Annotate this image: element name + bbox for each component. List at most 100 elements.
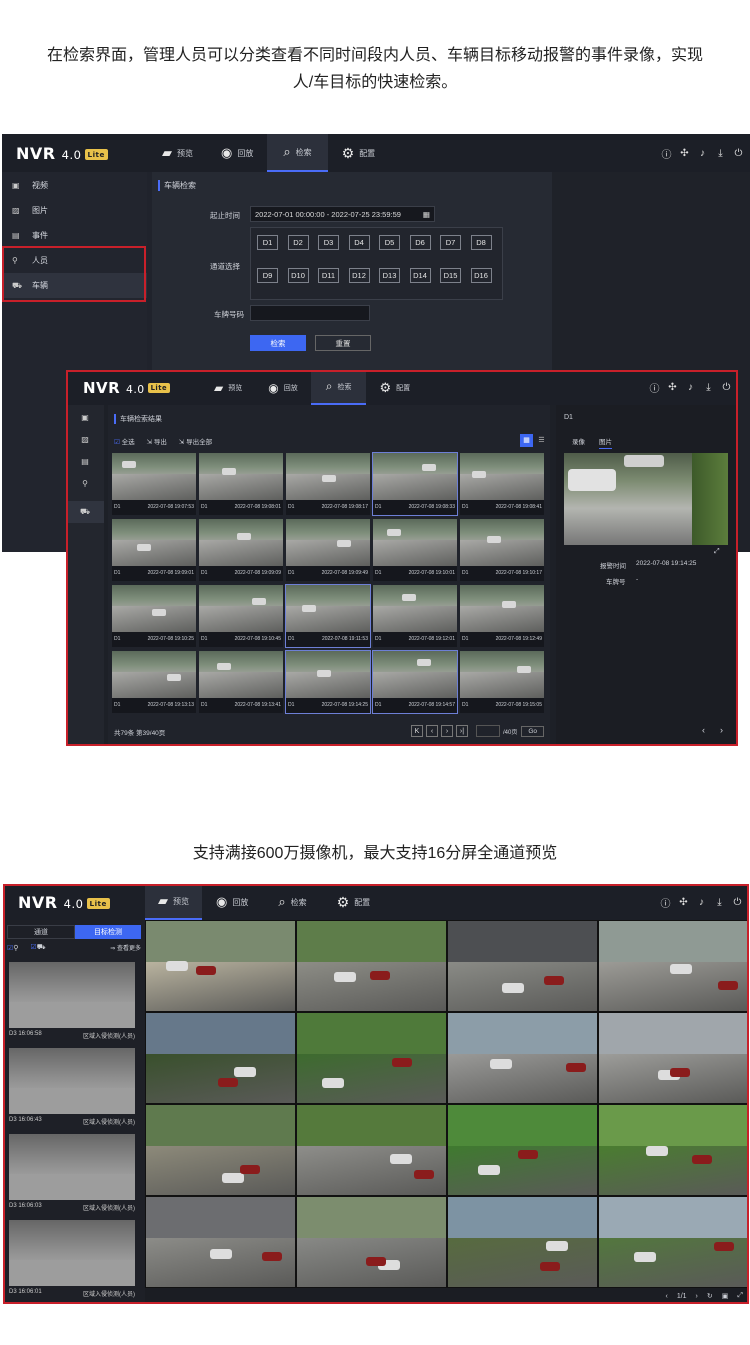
power-icon[interactable]: ⏻ — [721, 382, 732, 393]
download-icon[interactable]: ⤓ — [714, 897, 725, 908]
channel-button[interactable]: D12 — [348, 267, 370, 283]
download-icon[interactable]: ⤓ — [703, 382, 714, 393]
result-thumbnail[interactable]: D1 2022-07-08 19:10:01 — [373, 519, 457, 581]
last-page-button[interactable]: ›| — [456, 725, 468, 737]
event-item[interactable]: D3 16:06:03 区域入侵侦测(人员) — [9, 1134, 135, 1212]
tab-playback[interactable]: ◉ 回放 — [255, 370, 310, 405]
tab-search[interactable]: ⌕ 检索 — [262, 884, 322, 920]
result-thumbnail[interactable]: D1 2022-07-08 19:10:25 — [112, 585, 196, 647]
tab-preview[interactable]: ▰ 预览 — [148, 134, 207, 172]
channel-button[interactable]: D9 — [257, 267, 278, 283]
vehicle-filter-checkbox[interactable]: ☑⛟ — [30, 943, 45, 952]
result-thumbnail[interactable]: D1 2022-07-08 19:09:01 — [112, 519, 196, 581]
event-item[interactable]: D3 16:06:58 区域入侵侦测(人员) — [9, 962, 135, 1040]
result-thumbnail[interactable]: D1 2022-07-08 19:09:09 — [199, 519, 283, 581]
channel-button[interactable]: D15 — [440, 267, 461, 283]
result-thumbnail[interactable]: D1 2022-07-08 19:08:17 — [286, 453, 370, 515]
camera-tile[interactable] — [296, 1196, 447, 1288]
search-button[interactable]: 检索 — [250, 335, 306, 351]
image-icon[interactable]: ▨ — [66, 435, 104, 457]
first-page-button[interactable]: K — [411, 725, 423, 737]
grid-icon[interactable]: ✣ — [678, 897, 689, 908]
fullscreen-icon[interactable]: ⤢ — [714, 548, 720, 556]
view-more-link[interactable]: ⇒ 查看更多 — [110, 943, 141, 952]
sidebar-item-vehicle[interactable]: ⛟ 车辆 — [2, 273, 147, 298]
result-thumbnail[interactable]: D1 2022-07-08 19:13:41 — [199, 651, 283, 713]
camera-tile[interactable] — [296, 920, 447, 1012]
camera-tile[interactable] — [145, 920, 296, 1012]
channel-button[interactable]: D7 — [440, 235, 461, 250]
page-input[interactable] — [476, 725, 500, 737]
next-page-button[interactable]: › — [441, 725, 453, 737]
result-thumbnail[interactable]: D1 2022-07-08 19:14:25 — [285, 650, 371, 714]
sidebar-item-video[interactable]: ▣ 视频 — [2, 173, 147, 198]
grid-icon[interactable]: ✣ — [679, 148, 690, 159]
camera-tile[interactable] — [296, 1012, 447, 1104]
list-view-icon[interactable]: ☰ — [535, 434, 548, 447]
person-filter-checkbox[interactable]: ☑⚲ — [7, 944, 18, 952]
time-range-input[interactable]: 2022-07-01 00:00:00 - 2022-07-25 23:59:5… — [250, 206, 435, 222]
next-arrow-icon[interactable]: › — [720, 725, 723, 735]
info-icon[interactable]: ⓘ — [661, 146, 672, 161]
tab-config[interactable]: ⚙ 配置 — [328, 134, 390, 172]
channel-button[interactable]: D11 — [318, 267, 339, 283]
select-all-checkbox[interactable]: ☑ 全选 — [114, 436, 135, 446]
camera-tile[interactable] — [447, 1196, 598, 1288]
event-icon[interactable]: ▤ — [66, 457, 104, 479]
tab-preview[interactable]: ▰ 预览 — [201, 370, 255, 405]
bell-icon[interactable]: ♪ — [697, 148, 708, 159]
channel-button[interactable]: D13 — [379, 267, 400, 283]
result-thumbnail[interactable]: D1 2022-07-08 19:08:41 — [460, 453, 544, 515]
tab-target-detection[interactable]: 目标检测 — [75, 925, 141, 939]
bell-icon[interactable]: ♪ — [696, 897, 707, 908]
export-button[interactable]: ⇲ 导出 — [147, 436, 167, 446]
camera-tile[interactable] — [598, 1196, 749, 1288]
channel-button[interactable]: D3 — [318, 235, 339, 250]
result-thumbnail[interactable]: D1 2022-07-08 19:10:17 — [460, 519, 544, 581]
bell-icon[interactable]: ♪ — [685, 382, 696, 393]
camera-tile[interactable] — [598, 920, 749, 1012]
prev-page-button[interactable]: ‹ — [426, 725, 438, 737]
calendar-icon[interactable]: ▦ — [423, 210, 430, 219]
result-thumbnail[interactable]: D1 2022-07-08 19:08:01 — [199, 453, 283, 515]
tab-search[interactable]: ⌕ 检索 — [267, 134, 328, 172]
camera-tile[interactable] — [296, 1104, 447, 1196]
result-thumbnail[interactable]: D1 2022-07-08 19:10:45 — [199, 585, 283, 647]
sidebar-item-event[interactable]: ▤ 事件 — [2, 223, 147, 248]
channel-button[interactable]: D10 — [287, 267, 309, 283]
result-thumbnail[interactable]: D1 2022-07-08 19:07:53 — [112, 453, 196, 515]
camera-tile[interactable] — [447, 1012, 598, 1104]
prev-page-icon[interactable]: ‹ — [665, 1293, 667, 1300]
channel-button[interactable]: D5 — [379, 235, 400, 250]
tab-preview[interactable]: ▰ 预览 — [145, 884, 202, 920]
event-item[interactable]: D3 16:06:01 区域入侵侦测(人员) — [9, 1220, 135, 1298]
video-icon[interactable]: ▣ — [66, 413, 104, 435]
tab-recording[interactable]: 录像 — [572, 436, 585, 449]
prev-arrow-icon[interactable]: ‹ — [702, 725, 705, 735]
result-thumbnail[interactable]: D1 2022-07-08 19:12:01 — [373, 585, 457, 647]
tab-config[interactable]: ⚙ 配置 — [366, 370, 423, 405]
tab-config[interactable]: ⚙ 配置 — [323, 884, 385, 920]
grid-view-icon[interactable]: ▦ — [520, 434, 533, 447]
info-icon[interactable]: ⓘ — [660, 895, 671, 910]
power-icon[interactable]: ⏻ — [732, 897, 743, 908]
event-item[interactable]: D3 16:06:43 区域入侵侦测(人员) — [9, 1048, 135, 1126]
result-thumbnail[interactable]: D1 2022-07-08 19:08:33 — [372, 452, 458, 516]
camera-tile[interactable] — [145, 1104, 296, 1196]
sidebar-item-person[interactable]: ⚲ 人员 — [2, 248, 147, 273]
layout-icon[interactable]: ▣ — [722, 1292, 729, 1300]
camera-tile[interactable] — [598, 1104, 749, 1196]
reset-button[interactable]: 重置 — [315, 335, 371, 351]
go-button[interactable]: Go — [521, 725, 545, 737]
power-icon[interactable]: ⏻ — [733, 148, 744, 159]
fullscreen-icon[interactable]: ⤢ — [737, 1292, 743, 1300]
camera-tile[interactable] — [447, 1104, 598, 1196]
channel-button[interactable]: D2 — [287, 235, 309, 250]
channel-button[interactable]: D16 — [470, 267, 492, 283]
tab-picture[interactable]: 图片 — [599, 436, 612, 449]
result-thumbnail[interactable]: D1 2022-07-08 19:09:49 — [286, 519, 370, 581]
camera-tile[interactable] — [447, 920, 598, 1012]
channel-button[interactable]: D4 — [348, 235, 370, 250]
tab-playback[interactable]: ◉ 回放 — [207, 134, 267, 172]
channel-button[interactable]: D14 — [409, 267, 431, 283]
